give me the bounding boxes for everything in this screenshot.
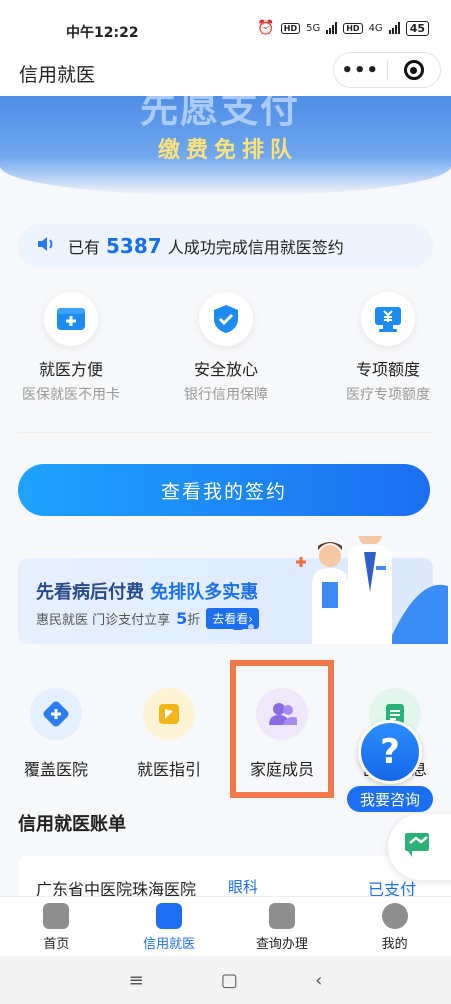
feature-title: 专项额度 <box>355 360 420 379</box>
system-navigation-bar: ≡ ▢ ‹ <box>0 956 451 1004</box>
speaker-icon <box>36 235 56 258</box>
promo-desc-b: 折 <box>187 613 201 628</box>
feature-desc: 医疗专项额度 <box>346 387 430 403</box>
doctors-illustration <box>296 536 448 644</box>
battery-icon: 45 <box>405 20 429 36</box>
credit-medical-icon <box>156 903 183 929</box>
feature-item-quota: 专项额度 医疗专项额度 <box>313 292 451 404</box>
promo-discount: 5 <box>176 609 188 628</box>
side-float-widget[interactable] <box>388 814 451 880</box>
more-button[interactable]: ••• <box>334 60 387 81</box>
feature-title: 安全放心 <box>193 360 258 379</box>
notice-suffix: 人成功完成信用就医签约 <box>167 238 344 257</box>
guide-flag-icon <box>143 688 195 740</box>
message-board-icon <box>402 829 434 865</box>
service-covered-hospitals[interactable]: 覆盖医院 <box>1 688 111 780</box>
bill-dept-badge: 眼科 <box>228 878 259 896</box>
mini-program-capsule: ••• <box>333 52 441 88</box>
promo-title-b: 免排队多实惠 <box>150 582 259 603</box>
user-avatar-icon <box>381 903 408 929</box>
view-my-contract-button[interactable]: 查看我的签约 <box>18 464 430 516</box>
hd-badge-2: HD <box>343 22 363 34</box>
feature-item-convenient: 就医方便 医保就医不用卡 <box>0 292 146 404</box>
banner-headline: 先愿支付 <box>140 96 301 131</box>
target-close-icon <box>403 60 424 80</box>
status-icons: ⏰ HD 5G HD 4G 45 <box>257 20 429 36</box>
back-icon[interactable]: ‹ <box>315 970 322 991</box>
feature-item-safe: 安全放心 银行信用保障 <box>151 292 301 404</box>
bill-section-title: 信用就医账单 <box>18 814 126 835</box>
consult-fab-button[interactable]: ? <box>358 720 422 784</box>
notice-count: 5387 <box>106 234 162 258</box>
service-label: 就医指引 <box>136 760 201 779</box>
hospital-plus-icon <box>30 688 82 740</box>
title-bar: 信用就医 ••• <box>0 46 451 96</box>
page-title: 信用就医 <box>19 64 96 86</box>
query-document-icon <box>268 903 295 929</box>
notice-prefix: 已有 <box>68 238 101 257</box>
section-divider <box>18 432 433 433</box>
feature-desc: 医保就医不用卡 <box>22 387 120 403</box>
quota-icon <box>361 292 415 346</box>
tab-mine[interactable]: 我的 <box>338 897 451 956</box>
highlight-box <box>230 660 334 798</box>
signal-icon-2 <box>388 22 400 34</box>
bottom-tab-bar: 首页 信用就医 查询办理 我的 <box>0 896 451 956</box>
signup-notice: 已有 5387 人成功完成信用就医签约 <box>18 224 433 268</box>
net-4g-label: 4G <box>368 22 383 34</box>
alarm-icon: ⏰ <box>257 20 275 36</box>
tab-label: 首页 <box>43 937 70 952</box>
tab-label: 我的 <box>381 937 408 952</box>
feature-desc: 银行信用保障 <box>184 387 268 403</box>
medical-card-icon <box>44 292 98 346</box>
feature-title: 就医方便 <box>38 360 103 379</box>
promo-banner[interactable]: 先看病后付费 免排队多实惠 惠民就医 门诊支付立享 5 折 去看看› <box>18 536 448 644</box>
service-medical-guide[interactable]: 就医指引 <box>114 688 224 780</box>
tab-credit-medical[interactable]: 信用就医 <box>113 897 226 956</box>
home-icon <box>43 903 70 929</box>
tab-label: 信用就医 <box>143 937 196 952</box>
promo-desc-a: 惠民就医 门诊支付立享 <box>36 613 171 628</box>
consult-label-button[interactable]: 我要咨询 <box>347 786 433 812</box>
net-5g-label: 5G <box>306 22 321 34</box>
signal-icon <box>326 22 338 34</box>
menu-icon[interactable]: ≡ <box>129 970 144 991</box>
service-label: 覆盖医院 <box>23 760 88 779</box>
banner-subtitle: 缴费免排队 <box>158 138 299 163</box>
promo-title-a: 先看病后付费 <box>36 582 151 603</box>
top-banner[interactable]: 先愿支付 缴费免排队 <box>0 96 451 196</box>
status-time: 中午12:22 <box>66 25 139 41</box>
carousel-indicator <box>232 624 254 630</box>
home-square-icon[interactable]: ▢ <box>221 970 238 991</box>
promo-desc: 惠民就医 门诊支付立享 5 折 去看看› <box>36 608 260 629</box>
tab-home[interactable]: 首页 <box>0 897 113 956</box>
tab-query[interactable]: 查询办理 <box>226 897 339 956</box>
shield-check-icon <box>199 292 253 346</box>
promo-title: 先看病后付费 免排队多实惠 <box>36 578 258 604</box>
tab-label: 查询办理 <box>255 937 308 952</box>
hd-badge: HD <box>280 22 301 34</box>
close-mini-program-button[interactable] <box>387 60 440 80</box>
